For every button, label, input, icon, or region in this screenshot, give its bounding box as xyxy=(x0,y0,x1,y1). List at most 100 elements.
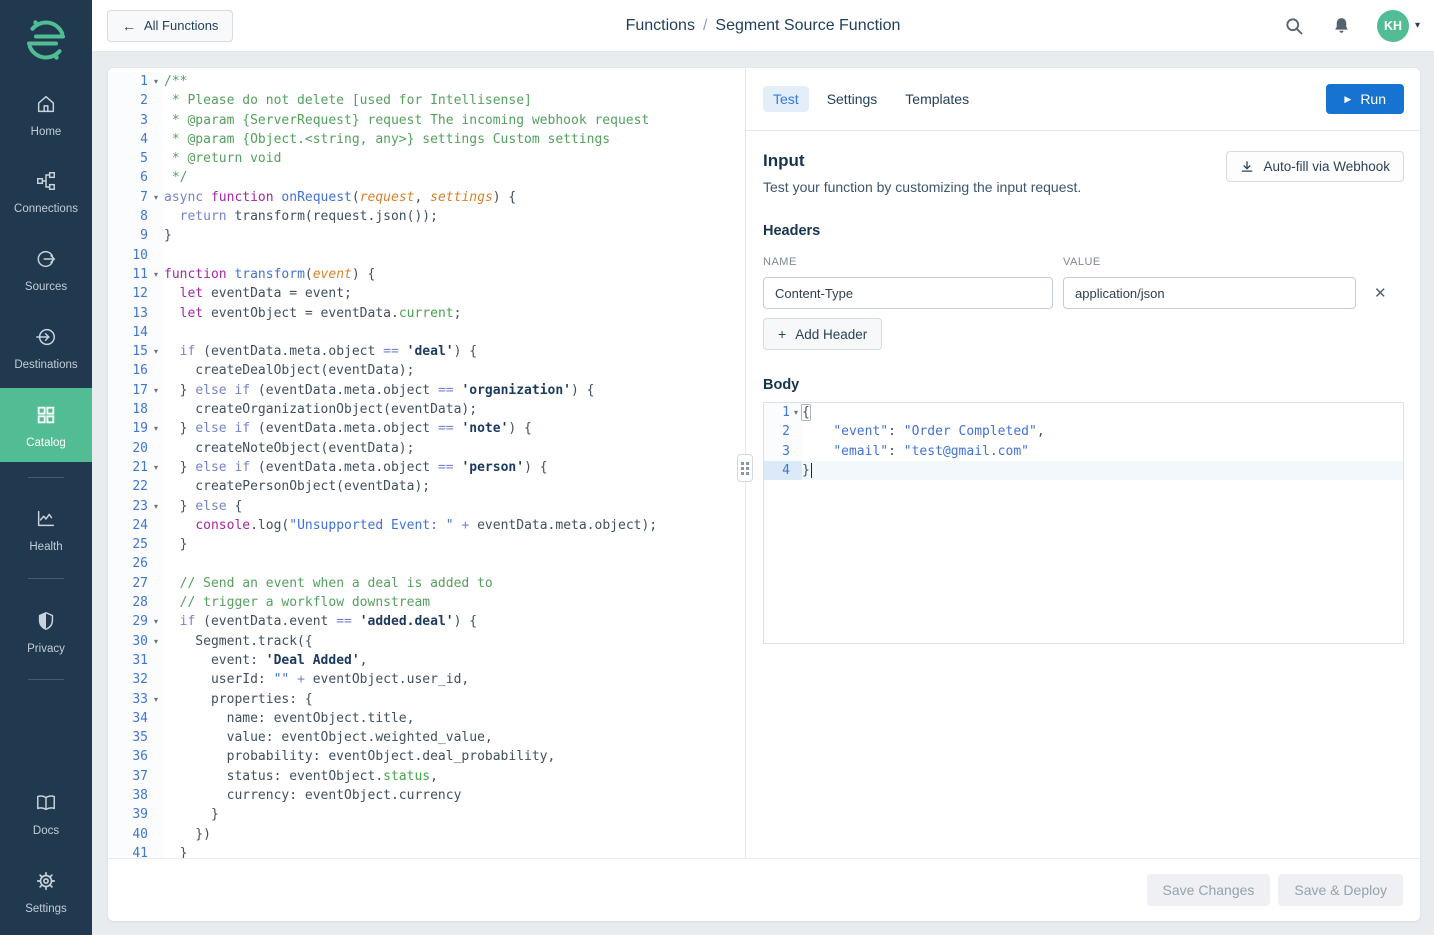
plus-icon: + xyxy=(778,326,786,342)
code-line[interactable]: 31 event: 'Deal Added', xyxy=(108,651,745,670)
line-number: 4 xyxy=(770,461,790,480)
save-changes-button[interactable]: Save Changes xyxy=(1147,874,1271,906)
sidebar-item-home[interactable]: Home xyxy=(0,93,92,138)
code-line[interactable]: 10 xyxy=(108,246,745,265)
code-line[interactable]: 30▾ Segment.track({ xyxy=(108,632,745,651)
code-line[interactable]: 6 */ xyxy=(108,168,745,187)
code-line[interactable]: 21▾ } else if (eventData.meta.object == … xyxy=(108,458,745,477)
line-gutter: 2 xyxy=(764,422,802,441)
line-number: 3 xyxy=(118,111,148,130)
breadcrumb-functions[interactable]: Functions xyxy=(626,17,695,34)
code-line[interactable]: 35 value: eventObject.weighted_value, xyxy=(108,728,745,747)
code-line[interactable]: 36 probability: eventObject.deal_probabi… xyxy=(108,747,745,766)
code-line[interactable]: 26 xyxy=(108,554,745,573)
sidebar-item-label: Destinations xyxy=(0,359,92,371)
breadcrumb-current: Segment Source Function xyxy=(715,17,900,34)
body-json-editor[interactable]: 1▾{2 "event": "Order Completed",3 "email… xyxy=(763,402,1404,644)
fold-arrow-icon[interactable]: ▾ xyxy=(148,458,164,477)
tab-test[interactable]: Test xyxy=(763,86,809,112)
code-line[interactable]: 20 createNoteObject(eventData); xyxy=(108,439,745,458)
fold-arrow-icon[interactable]: ▾ xyxy=(148,632,164,651)
line-gutter: 25 xyxy=(108,535,164,554)
segment-logo-icon[interactable] xyxy=(22,16,70,64)
tab-templates[interactable]: Templates xyxy=(895,86,979,112)
remove-header-icon[interactable]: ✕ xyxy=(1374,286,1387,301)
line-gutter: 3 xyxy=(108,111,164,130)
code-line[interactable]: 14 xyxy=(108,323,745,342)
run-button[interactable]: ▶ Run xyxy=(1326,84,1404,114)
line-gutter: 34 xyxy=(108,709,164,728)
sidebar-item-catalog[interactable]: Catalog xyxy=(0,388,92,462)
code-line[interactable]: 32 userId: "" + eventObject.user_id, xyxy=(108,670,745,689)
code-line[interactable]: 2 * Please do not delete [used for Intel… xyxy=(108,91,745,110)
autofill-webhook-button[interactable]: Auto-fill via Webhook xyxy=(1226,151,1404,182)
sidebar-item-sources[interactable]: Sources xyxy=(0,248,92,293)
code-line[interactable]: 3 "email": "test@gmail.com" xyxy=(764,442,1403,461)
code-line[interactable]: 24 console.log("Unsupported Event: " + e… xyxy=(108,516,745,535)
all-functions-button[interactable]: ← All Functions xyxy=(107,10,233,42)
code-line[interactable]: 11▾function transform(event) { xyxy=(108,265,745,284)
line-number: 21 xyxy=(118,458,148,477)
code-line[interactable]: 41 } xyxy=(108,844,745,858)
code-line[interactable]: 18 createOrganizationObject(eventData); xyxy=(108,400,745,419)
code-line[interactable]: 12 let eventData = event; xyxy=(108,284,745,303)
fold-arrow-icon[interactable]: ▾ xyxy=(148,265,164,284)
code-line[interactable]: 4} xyxy=(764,461,1403,480)
code-line[interactable]: 16 createDealObject(eventData); xyxy=(108,361,745,380)
save-deploy-button[interactable]: Save & Deploy xyxy=(1278,874,1403,906)
code-line[interactable]: 2 "event": "Order Completed", xyxy=(764,422,1403,441)
header-value-input[interactable] xyxy=(1063,277,1356,309)
sidebar-item-settings[interactable]: Settings xyxy=(0,870,92,915)
code-line[interactable]: 38 currency: eventObject.currency xyxy=(108,786,745,805)
code-line[interactable]: 23▾ } else { xyxy=(108,497,745,516)
code-line[interactable]: 19▾ } else if (eventData.meta.object == … xyxy=(108,419,745,438)
code-line[interactable]: 3 * @param {ServerRequest} request The i… xyxy=(108,111,745,130)
sidebar-item-health[interactable]: Health xyxy=(0,508,92,553)
code-line[interactable]: 13 let eventObject = eventData.current; xyxy=(108,304,745,323)
code-line[interactable]: 4 * @param {Object.<string, any>} settin… xyxy=(108,130,745,149)
fold-arrow-icon[interactable]: ▾ xyxy=(148,381,164,400)
user-menu[interactable]: KH ▾ xyxy=(1377,10,1420,42)
fold-arrow-icon[interactable]: ▾ xyxy=(148,497,164,516)
code-editor[interactable]: 1▾/**2 * Please do not delete [used for … xyxy=(108,68,745,858)
sidebar-item-docs[interactable]: Docs xyxy=(0,792,92,837)
sidebar-item-destinations[interactable]: Destinations xyxy=(0,326,92,371)
code-line[interactable]: 9} xyxy=(108,226,745,245)
code-line[interactable]: 5 * @return void xyxy=(108,149,745,168)
fold-arrow-icon[interactable]: ▾ xyxy=(148,419,164,438)
sidebar-item-connections[interactable]: Connections xyxy=(0,170,92,215)
notifications-bell-icon[interactable] xyxy=(1330,14,1353,38)
fold-arrow-icon[interactable]: ▾ xyxy=(148,342,164,361)
code-line[interactable]: 37 status: eventObject.status, xyxy=(108,767,745,786)
line-gutter: 35 xyxy=(108,728,164,747)
code-line[interactable]: 28 // trigger a workflow downstream xyxy=(108,593,745,612)
fold-arrow-icon[interactable]: ▾ xyxy=(148,690,164,709)
code-line[interactable]: 8 return transform(request.json()); xyxy=(108,207,745,226)
tab-settings[interactable]: Settings xyxy=(817,86,888,112)
code-line[interactable]: 27 // Send an event when a deal is added… xyxy=(108,574,745,593)
code-line[interactable]: 29▾ if (eventData.event == 'added.deal')… xyxy=(108,612,745,631)
line-number: 41 xyxy=(118,844,148,858)
code-line[interactable]: 7▾async function onRequest(request, sett… xyxy=(108,188,745,207)
fold-arrow-icon[interactable]: ▾ xyxy=(148,612,164,631)
code-line[interactable]: 15▾ if (eventData.meta.object == 'deal')… xyxy=(108,342,745,361)
line-gutter: 10 xyxy=(108,246,164,265)
fold-arrow-icon[interactable]: ▾ xyxy=(148,188,164,207)
fold-arrow-icon[interactable]: ▾ xyxy=(148,72,164,91)
add-header-button[interactable]: + Add Header xyxy=(763,318,882,350)
code-line[interactable]: 33▾ properties: { xyxy=(108,690,745,709)
code-line[interactable]: 40 }) xyxy=(108,825,745,844)
code-line[interactable]: 17▾ } else if (eventData.meta.object == … xyxy=(108,381,745,400)
code-line[interactable]: 39 } xyxy=(108,805,745,824)
code-line[interactable]: 25 } xyxy=(108,535,745,554)
input-section-title: Input xyxy=(763,151,1081,171)
code-line[interactable]: 1▾{ xyxy=(764,403,1403,422)
search-icon[interactable] xyxy=(1282,14,1306,38)
code-line[interactable]: 34 name: eventObject.title, xyxy=(108,709,745,728)
sidebar-item-privacy[interactable]: Privacy xyxy=(0,610,92,655)
code-line[interactable]: 1▾/** xyxy=(108,72,745,91)
chevron-down-icon[interactable]: ▾ xyxy=(1415,20,1420,31)
avatar[interactable]: KH xyxy=(1377,10,1409,42)
code-line[interactable]: 22 createPersonObject(eventData); xyxy=(108,477,745,496)
header-name-input[interactable] xyxy=(763,277,1053,309)
